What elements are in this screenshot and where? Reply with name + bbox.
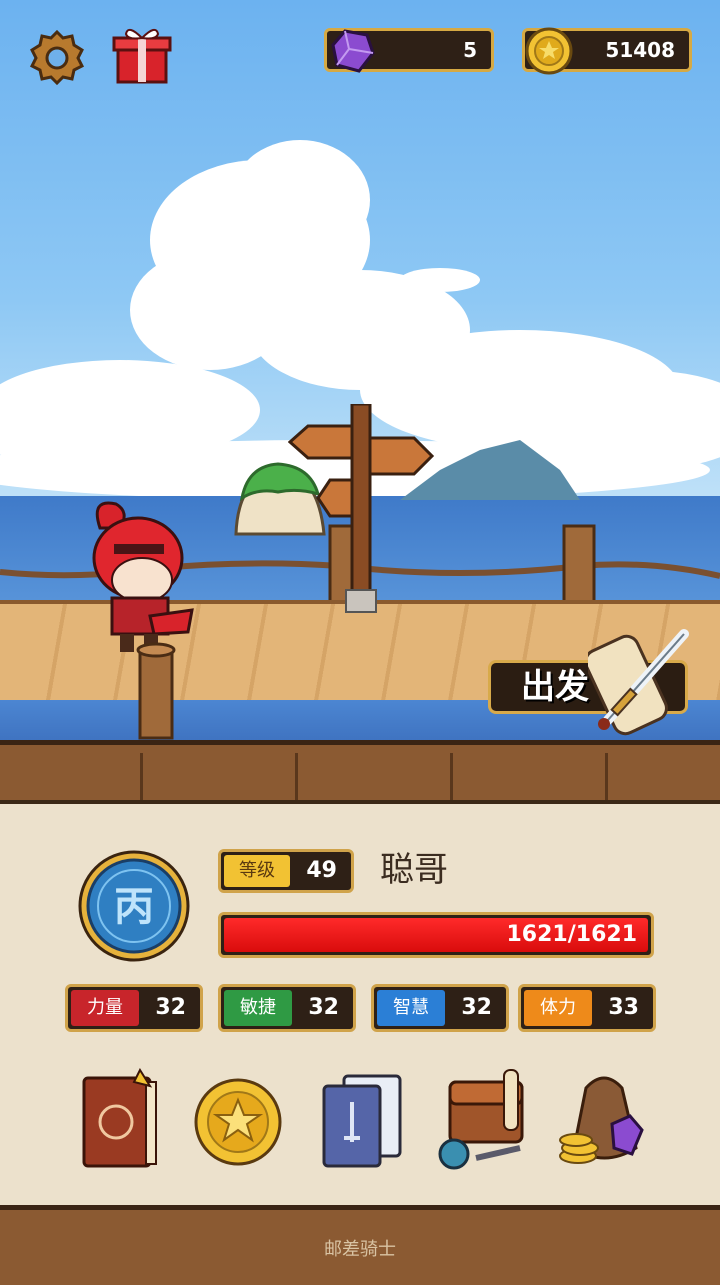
player-name: 聪哥 bbox=[380, 850, 448, 890]
attr-agility: 敏捷 32 bbox=[218, 984, 356, 1032]
hp-text: 1621/1621 bbox=[506, 922, 638, 947]
attr-stamina-value: 33 bbox=[608, 995, 639, 1020]
treasure-sack-icon[interactable] bbox=[556, 1068, 652, 1172]
bag-icon[interactable] bbox=[436, 1068, 532, 1172]
signpost bbox=[288, 404, 435, 613]
book-icon[interactable] bbox=[76, 1068, 172, 1172]
level-box: 等级 49 bbox=[218, 849, 354, 893]
gold-coin-icon bbox=[525, 27, 573, 75]
attr-stamina: 体力 33 bbox=[518, 984, 656, 1032]
scroll-sword-icon[interactable] bbox=[588, 620, 700, 738]
attr-strength-value: 32 bbox=[155, 995, 186, 1020]
gift-box-icon[interactable] bbox=[110, 22, 174, 86]
attr-wisdom: 智慧 32 bbox=[371, 984, 509, 1032]
level-value: 49 bbox=[306, 858, 337, 883]
attr-stamina-label: 体力 bbox=[524, 990, 592, 1026]
level-label: 等级 bbox=[224, 855, 290, 887]
rank-badge[interactable]: 丙 bbox=[78, 850, 190, 962]
gem-count: 5 bbox=[463, 38, 477, 62]
depart-button-label: 出发 bbox=[521, 667, 589, 707]
rank-glyph: 丙 bbox=[114, 884, 154, 930]
game-title: 邮差骑士 bbox=[324, 1239, 396, 1260]
coin-count: 51408 bbox=[605, 38, 675, 62]
settings-gear-icon[interactable] bbox=[28, 28, 86, 86]
attr-agility-label: 敏捷 bbox=[224, 990, 292, 1026]
purple-gem-icon bbox=[331, 29, 375, 73]
dock-post bbox=[136, 642, 176, 740]
coin-counter: 51408 bbox=[522, 27, 692, 75]
game-scene: 出发 bbox=[0, 0, 720, 815]
hp-bar: 1621/1621 bbox=[218, 912, 654, 958]
hero-knight bbox=[92, 501, 194, 652]
attr-agility-value: 32 bbox=[308, 995, 339, 1020]
star-coin-icon[interactable] bbox=[190, 1068, 286, 1172]
attr-wisdom-value: 32 bbox=[461, 995, 492, 1020]
gem-counter: 5 bbox=[324, 28, 494, 73]
attr-strength: 力量 32 bbox=[65, 984, 203, 1032]
attr-wisdom-label: 智慧 bbox=[377, 990, 445, 1026]
attr-strength-label: 力量 bbox=[71, 990, 139, 1026]
cards-icon[interactable] bbox=[314, 1068, 410, 1172]
